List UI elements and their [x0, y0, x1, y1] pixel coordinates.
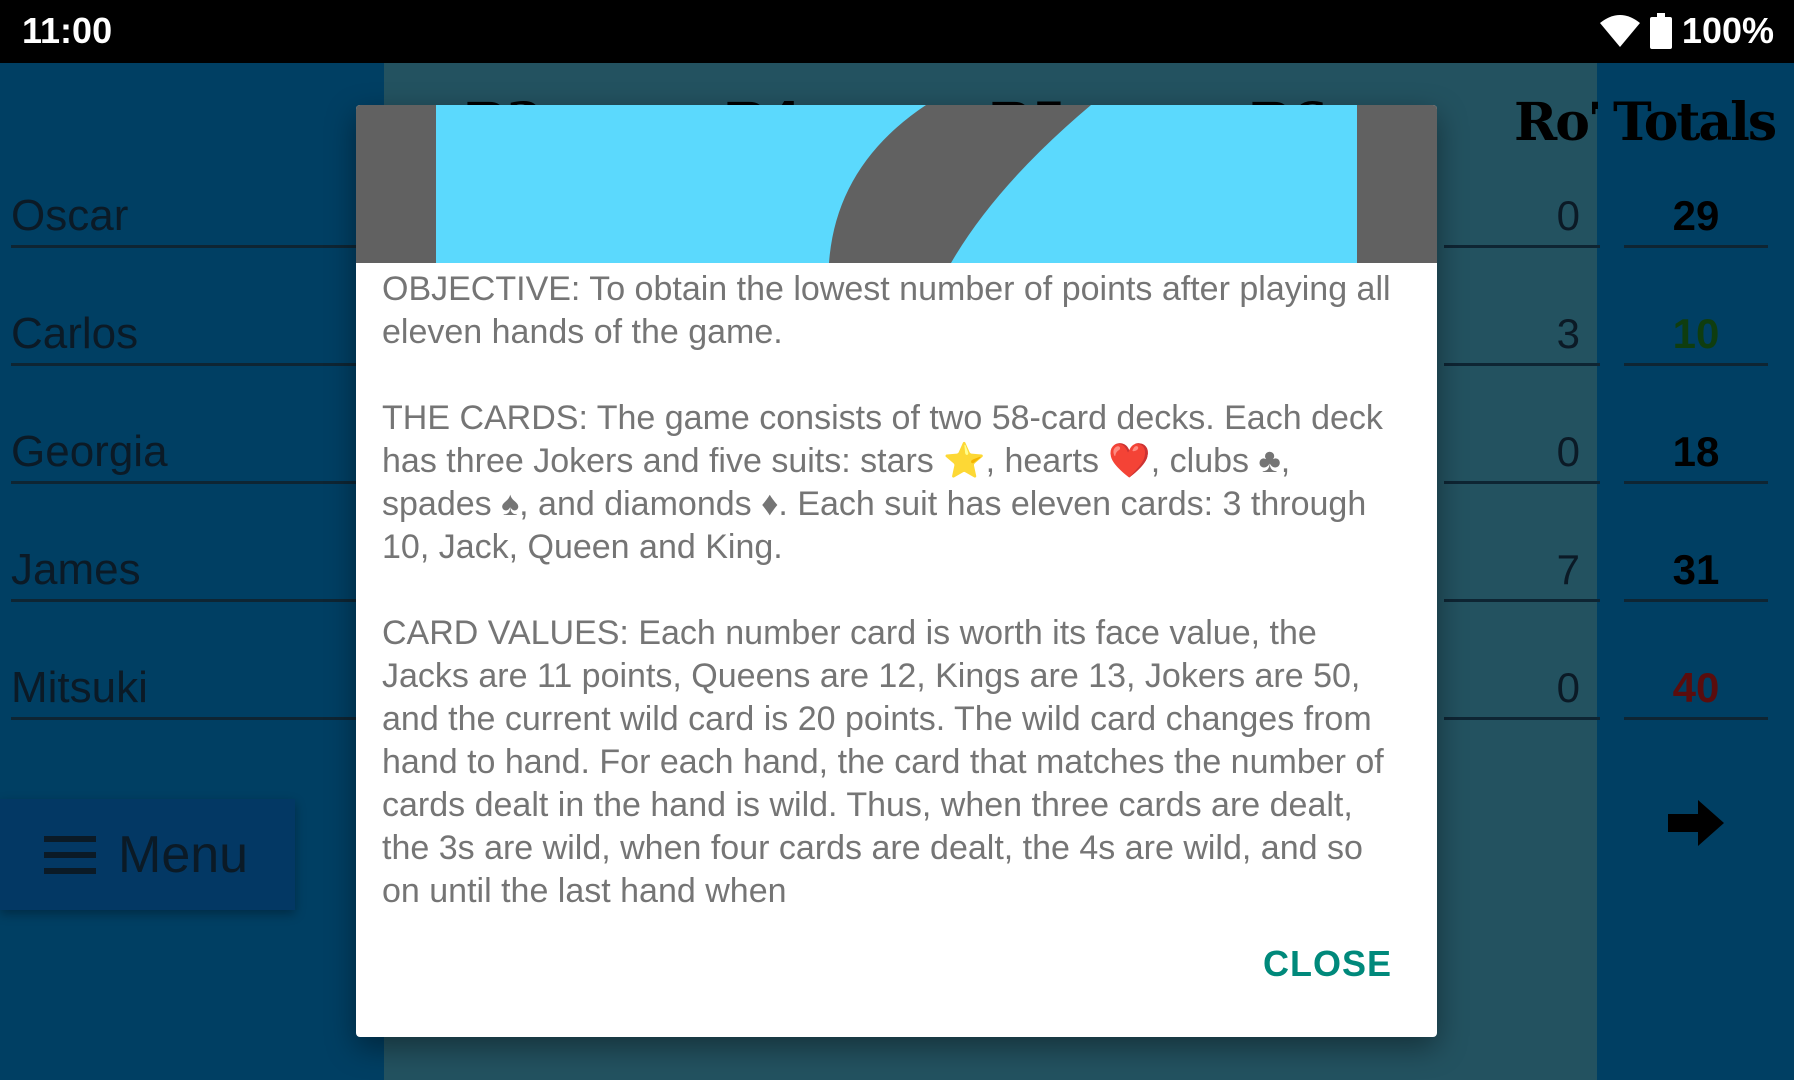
player-total: 31 [1624, 542, 1768, 602]
round-7-header: Ro7 [1514, 92, 1598, 153]
battery-icon [1649, 13, 1672, 49]
round-score[interactable]: 0 [1444, 188, 1600, 248]
round-score[interactable]: 7 [1444, 542, 1600, 602]
battery-level: 100% [1681, 10, 1774, 51]
player-name[interactable]: Mitsuki [11, 660, 356, 720]
round-score[interactable]: 0 [1444, 660, 1600, 720]
rules-cards: THE CARDS: The game consists of two 58-c… [382, 399, 1383, 566]
player-total: 18 [1624, 424, 1768, 484]
menu-button[interactable]: Menu [0, 799, 295, 910]
close-button[interactable]: CLOSE [1263, 943, 1392, 985]
player-name[interactable]: James [11, 542, 356, 602]
rules-dialog: OBJECTIVE: To obtain the lowest number o… [356, 105, 1437, 1037]
totals-header: Totals [1613, 92, 1777, 153]
player-name[interactable]: Carlos [11, 306, 356, 366]
clock: 11:00 [22, 10, 113, 51]
player-total: 10 [1624, 306, 1768, 366]
rules-text[interactable]: OBJECTIVE: To obtain the lowest number o… [382, 268, 1402, 993]
player-total: 29 [1624, 188, 1768, 248]
round-score[interactable]: 3 [1444, 306, 1600, 366]
dialog-banner-image [356, 105, 1437, 263]
arrow-right-icon[interactable] [1668, 800, 1724, 846]
round-score[interactable]: 0 [1444, 424, 1600, 484]
menu-label: Menu [118, 825, 249, 884]
hamburger-icon [44, 835, 96, 874]
wifi-icon [1599, 15, 1640, 47]
rules-card-values: CARD VALUES: Each number card is worth i… [382, 614, 1384, 910]
player-total: 40 [1624, 660, 1768, 720]
player-name[interactable]: Georgia [11, 424, 356, 484]
player-name[interactable]: Oscar [11, 188, 356, 248]
status-bar: 11:00 100% [0, 0, 1794, 63]
rules-objective: OBJECTIVE: To obtain the lowest number o… [382, 270, 1391, 351]
